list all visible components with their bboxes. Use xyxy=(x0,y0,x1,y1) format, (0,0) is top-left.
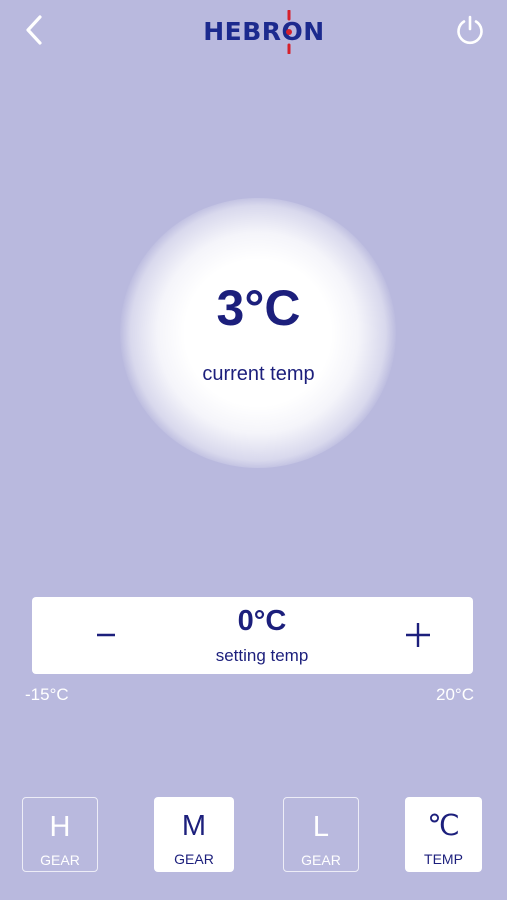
header: HEBRON xyxy=(0,0,507,64)
high-gear-button[interactable]: H GEAR xyxy=(22,797,98,872)
low-gear-button[interactable]: L GEAR xyxy=(283,797,359,872)
logo-crosshair-mark xyxy=(286,10,292,54)
temperature-range-max: 20°C xyxy=(436,685,474,704)
brand-name: HEBRON xyxy=(203,17,325,46)
celsius-icon: ℃ xyxy=(427,810,460,842)
current-temperature-label: current temp xyxy=(202,363,315,385)
current-temperature-value: 3°C xyxy=(216,280,301,336)
medium-gear-label: GEAR xyxy=(174,851,214,867)
temperature-range-min: -15°C xyxy=(25,685,69,704)
back-button[interactable] xyxy=(16,12,52,48)
high-gear-letter: H xyxy=(49,811,71,843)
temp-mode-button[interactable]: ℃ TEMP xyxy=(405,797,482,872)
increase-temperature-button[interactable] xyxy=(396,613,440,657)
power-icon xyxy=(457,15,483,45)
setting-temperature-card: 0°C setting temp xyxy=(32,597,473,674)
medium-gear-letter: M xyxy=(181,810,207,842)
low-gear-letter: L xyxy=(312,811,330,843)
low-gear-label: GEAR xyxy=(301,852,341,868)
power-button[interactable] xyxy=(452,12,488,48)
temp-mode-label: TEMP xyxy=(424,851,463,867)
plus-icon xyxy=(406,623,430,647)
chevron-left-icon xyxy=(26,15,42,45)
high-gear-label: GEAR xyxy=(40,852,80,868)
hebron-logo: HEBRON xyxy=(196,8,332,56)
medium-gear-button[interactable]: M GEAR xyxy=(154,797,234,872)
